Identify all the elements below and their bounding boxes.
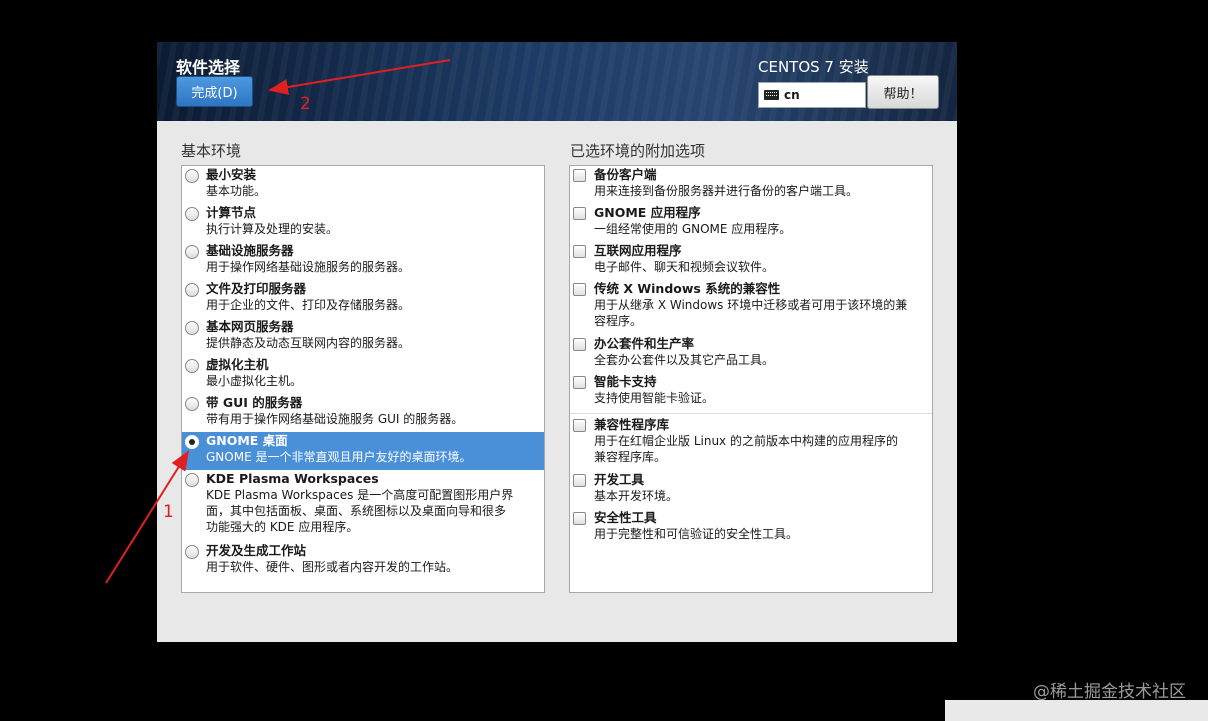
env-item-kde-plasma[interactable]: KDE Plasma Workspaces KDE Plasma Workspa… xyxy=(182,470,544,542)
env-item-dev-workstation[interactable]: 开发及生成工作站 用于软件、硬件、图形或者内容开发的工作站。 xyxy=(182,542,544,580)
page-title: 软件选择 xyxy=(176,58,241,77)
addon-item-backup-client[interactable]: 备份客户端 用来连接到备份服务器并进行备份的客户端工具。 xyxy=(570,166,932,204)
radio-button[interactable] xyxy=(185,207,199,221)
checkbox[interactable] xyxy=(573,245,586,258)
watermark: @稀土掘金技术社区 xyxy=(1033,682,1186,702)
keyboard-layout-value: cn xyxy=(784,88,800,102)
checkbox[interactable] xyxy=(573,169,586,182)
radio-button-selected[interactable] xyxy=(185,435,199,449)
addon-item-office-suite[interactable]: 办公套件和生产率 全套办公套件以及其它产品工具。 xyxy=(570,335,932,373)
env-item-minimal[interactable]: 最小安装 基本功能。 xyxy=(182,166,544,204)
keyboard-icon xyxy=(764,90,779,100)
addon-item-compat-libraries[interactable]: 兼容性程序库 用于在红帽企业版 Linux 的之前版本中构建的应用程序的 兼容程… xyxy=(570,416,932,471)
install-title: CENTOS 7 安装 xyxy=(758,58,869,76)
annotation-label-1: 1 xyxy=(163,502,174,522)
software-selection-window: 软件选择 完成(D) CENTOS 7 安装 cn 帮助！ 基本环境 已选环境的… xyxy=(157,42,957,642)
checkbox[interactable] xyxy=(573,376,586,389)
env-item-infrastructure-server[interactable]: 基础设施服务器 用于操作网络基础设施服务的服务器。 xyxy=(182,242,544,280)
checkbox[interactable] xyxy=(573,207,586,220)
checkbox[interactable] xyxy=(573,419,586,432)
env-item-virtualization-host[interactable]: 虚拟化主机 最小虚拟化主机。 xyxy=(182,356,544,394)
env-item-basic-web-server[interactable]: 基本网页服务器 提供静态及动态互联网内容的服务器。 xyxy=(182,318,544,356)
base-environment-list: 最小安装 基本功能。 计算节点 执行计算及处理的安装。 基础设施服务器 用于操作… xyxy=(181,165,545,593)
radio-button[interactable] xyxy=(185,245,199,259)
env-item-gnome-desktop[interactable]: GNOME 桌面 GNOME 是一个非常直观且用户友好的桌面环境。 xyxy=(182,432,544,470)
help-button[interactable]: 帮助！ xyxy=(867,75,939,109)
radio-button[interactable] xyxy=(185,283,199,297)
checkbox[interactable] xyxy=(573,474,586,487)
env-item-server-with-gui[interactable]: 带 GUI 的服务器 带有用于操作网络基础设施服务 GUI 的服务器。 xyxy=(182,394,544,432)
keyboard-layout-indicator[interactable]: cn xyxy=(758,82,866,108)
radio-button[interactable] xyxy=(185,321,199,335)
checkbox[interactable] xyxy=(573,512,586,525)
base-environment-title: 基本环境 xyxy=(181,142,242,160)
addon-item-dev-tools[interactable]: 开发工具 基本开发环境。 xyxy=(570,471,932,509)
taskbar-fragment xyxy=(945,700,1208,721)
header-bar: 软件选择 完成(D) CENTOS 7 安装 cn 帮助！ xyxy=(157,42,957,121)
addons-title: 已选环境的附加选项 xyxy=(570,142,706,160)
env-item-file-print-server[interactable]: 文件及打印服务器 用于企业的文件、打印及存储服务器。 xyxy=(182,280,544,318)
radio-button[interactable] xyxy=(185,397,199,411)
env-item-compute-node[interactable]: 计算节点 执行计算及处理的安装。 xyxy=(182,204,544,242)
checkbox[interactable] xyxy=(573,283,586,296)
radio-button[interactable] xyxy=(185,473,199,487)
addon-item-smart-card[interactable]: 智能卡支持 支持使用智能卡验证。 xyxy=(570,373,932,411)
addon-item-internet-apps[interactable]: 互联网应用程序 电子邮件、聊天和视频会议软件。 xyxy=(570,242,932,280)
addon-list: 备份客户端 用来连接到备份服务器并进行备份的客户端工具。 GNOME 应用程序 … xyxy=(569,165,933,593)
checkbox[interactable] xyxy=(573,338,586,351)
radio-button[interactable] xyxy=(185,545,199,559)
addon-item-gnome-apps[interactable]: GNOME 应用程序 一组经常使用的 GNOME 应用程序。 xyxy=(570,204,932,242)
radio-button[interactable] xyxy=(185,359,199,373)
addon-divider xyxy=(570,413,932,414)
addon-item-security-tools[interactable]: 安全性工具 用于完整性和可信验证的安全性工具。 xyxy=(570,509,932,547)
annotation-label-2: 2 xyxy=(300,94,311,114)
addon-item-legacy-x-windows[interactable]: 传统 X Windows 系统的兼容性 用于从继承 X Windows 环境中迁… xyxy=(570,280,932,335)
radio-button[interactable] xyxy=(185,169,199,183)
done-button[interactable]: 完成(D) xyxy=(176,76,253,107)
